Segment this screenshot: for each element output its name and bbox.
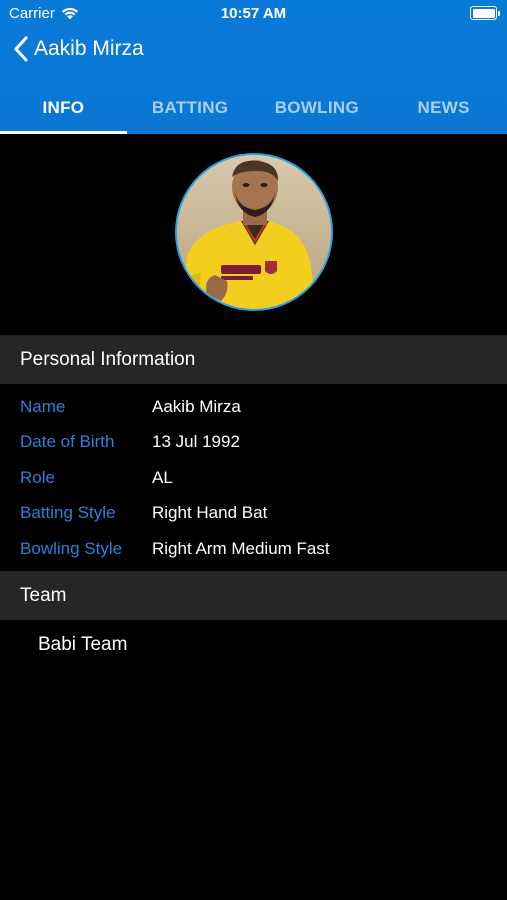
info-label: Date of Birth: [20, 431, 115, 451]
info-label: Batting Style: [20, 502, 116, 522]
status-time: 10:57 AM: [220, 5, 287, 22]
player-avatar: [175, 153, 333, 311]
info-value: AL: [152, 467, 173, 487]
status-bar: Carrier 10:57 AM: [0, 0, 507, 28]
info-row-batting-style: Batting Style Right Hand Bat: [0, 495, 507, 530]
tab-info[interactable]: INFO: [0, 82, 127, 134]
tab-news[interactable]: NEWS: [380, 82, 507, 134]
personal-info-title: Personal Information: [20, 348, 196, 370]
info-label: Name: [20, 396, 66, 416]
info-label: Role: [20, 467, 55, 487]
battery-icon: [470, 6, 500, 20]
info-value: 13 Jul 1992: [152, 431, 240, 451]
team-title: Team: [20, 584, 67, 606]
tab-bowling[interactable]: BOWLING: [254, 82, 381, 134]
info-value: Aakib Mirza: [152, 396, 241, 416]
chevron-left-icon: [14, 36, 28, 62]
info-row-role: Role AL: [0, 460, 507, 495]
team-header: Team: [0, 571, 507, 620]
back-button[interactable]: Aakib Mirza: [14, 36, 144, 62]
info-value: Right Arm Medium Fast: [152, 538, 330, 558]
player-photo: [177, 155, 331, 309]
info-label: Bowling Style: [20, 538, 123, 558]
navigation-bar: Aakib Mirza: [0, 28, 507, 78]
header-bar: Carrier 10:57 AM Aakib Mirza INFO BATTIN…: [0, 0, 507, 134]
tab-bar: INFO BATTING BOWLING NEWS: [0, 82, 507, 134]
info-row-name: Name Aakib Mirza: [0, 389, 507, 424]
info-row-dob: Date of Birth 13 Jul 1992: [0, 424, 507, 459]
tab-batting[interactable]: BATTING: [127, 82, 254, 134]
page-title: Aakib Mirza: [34, 37, 144, 60]
info-value: Right Hand Bat: [152, 502, 268, 522]
info-row-bowling-style: Bowling Style Right Arm Medium Fast: [0, 531, 507, 566]
personal-info-header: Personal Information: [0, 335, 507, 384]
team-item[interactable]: Babi Team: [38, 634, 127, 656]
